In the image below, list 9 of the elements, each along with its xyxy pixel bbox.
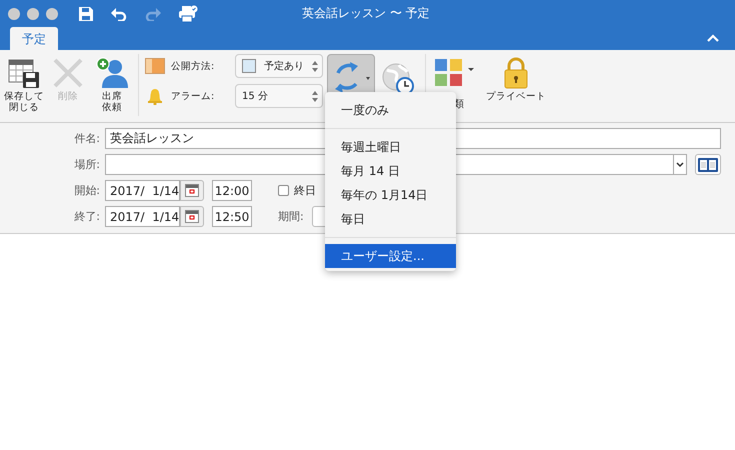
duration-label: 期間: bbox=[278, 209, 304, 224]
window-title: 英会話レッスン 〜 予定 bbox=[302, 5, 430, 22]
end-label: 終了: bbox=[73, 209, 101, 224]
all-day-label: 終日 bbox=[294, 183, 316, 198]
start-label: 開始: bbox=[73, 183, 101, 198]
subject-label: 件名: bbox=[73, 131, 101, 146]
location-label: 場所: bbox=[73, 157, 101, 172]
show-as-label: 公開方法: bbox=[171, 60, 216, 72]
reminder-label: アラーム: bbox=[171, 90, 216, 102]
